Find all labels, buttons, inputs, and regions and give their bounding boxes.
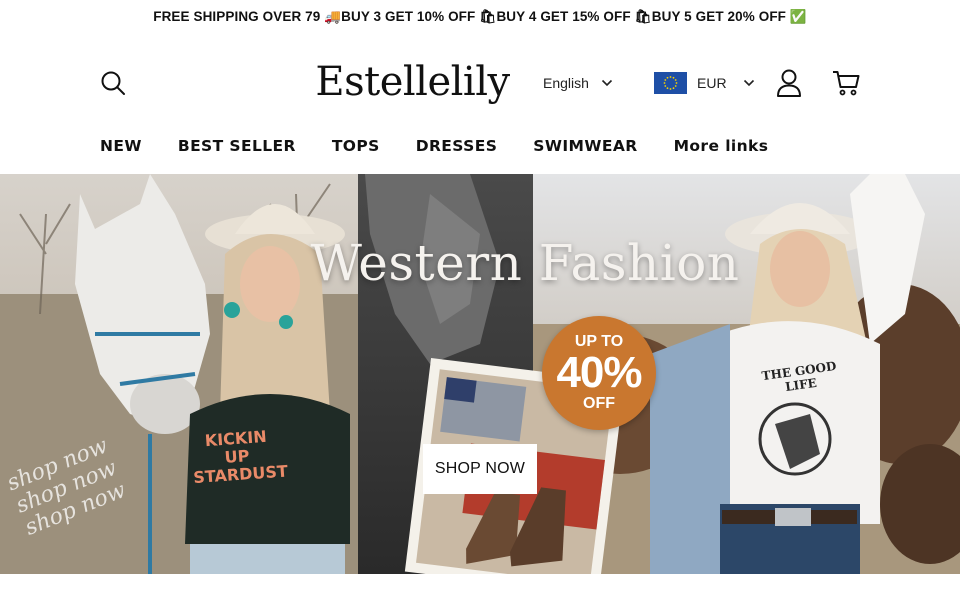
currency-selector[interactable]: EUR: [654, 70, 755, 96]
cart-button[interactable]: [828, 64, 864, 102]
search-button[interactable]: [96, 66, 130, 100]
announcement-text: FREE SHIPPING OVER 79 🚚BUY 3 GET 10% OFF…: [153, 9, 807, 24]
nav-item-dresses[interactable]: DRESSES: [416, 137, 498, 155]
user-icon: [777, 69, 801, 97]
nav-item-swimwear[interactable]: SWIMWEAR: [533, 137, 637, 155]
hero-title: Western Fashion: [310, 234, 740, 292]
search-icon: [101, 71, 125, 95]
main-nav: NEW BEST SELLER TOPS DRESSES SWIMWEAR Mo…: [100, 126, 768, 166]
site-logo[interactable]: Estellelily: [305, 54, 520, 110]
chevron-down-icon: [601, 79, 612, 87]
discount-badge-value: 40%: [556, 348, 642, 397]
nav-item-more-links[interactable]: More links: [674, 137, 769, 155]
language-label: English: [543, 75, 589, 91]
announcement-bar: FREE SHIPPING OVER 79 🚚BUY 3 GET 10% OFF…: [0, 0, 960, 34]
cart-icon: [833, 71, 860, 96]
eu-flag-icon: [654, 72, 687, 94]
shop-now-button[interactable]: SHOP NOW: [423, 444, 537, 494]
currency-label: EUR: [697, 75, 727, 91]
discount-badge: UP TO 40% OFF: [542, 316, 656, 430]
hero-banner[interactable]: Western Fashion KICKIN UP STARDUST THE G…: [0, 174, 960, 574]
nav-item-tops[interactable]: TOPS: [332, 137, 380, 155]
language-selector[interactable]: English: [543, 70, 613, 96]
site-header: Estellelily English EUR: [0, 34, 960, 126]
nav-item-new[interactable]: NEW: [100, 137, 142, 155]
discount-badge-bottom: OFF: [583, 395, 615, 412]
chevron-down-icon: [743, 79, 754, 87]
account-button[interactable]: [772, 64, 806, 102]
nav-item-best-seller[interactable]: BEST SELLER: [178, 137, 296, 155]
